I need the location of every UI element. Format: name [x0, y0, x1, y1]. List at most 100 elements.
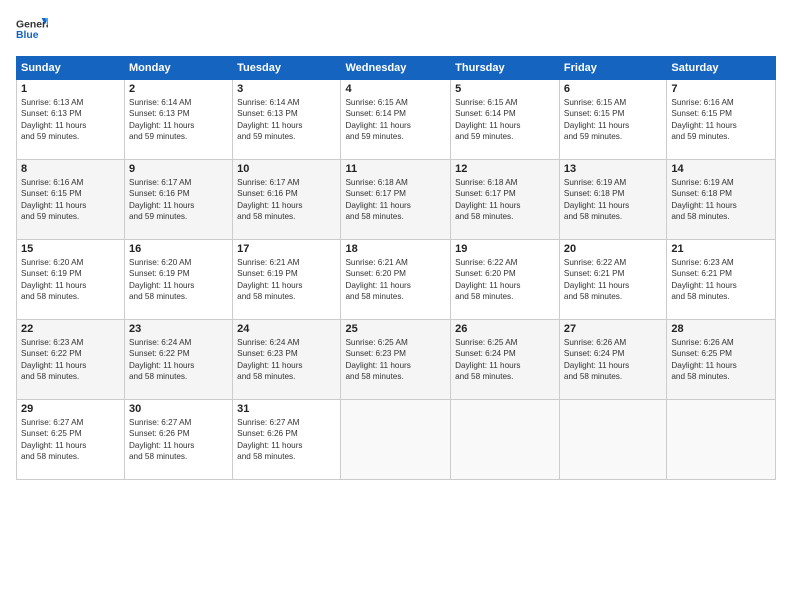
day-number: 25	[345, 323, 446, 335]
day-info: Sunrise: 6:14 AMSunset: 6:13 PMDaylight:…	[237, 97, 336, 143]
day-number: 10	[237, 163, 336, 175]
day-info: Sunrise: 6:26 AMSunset: 6:25 PMDaylight:…	[671, 337, 771, 383]
table-row: 6 Sunrise: 6:15 AMSunset: 6:15 PMDaylight…	[559, 80, 666, 160]
day-number: 1	[21, 83, 120, 95]
table-row: 15 Sunrise: 6:20 AMSunset: 6:19 PMDayligh…	[17, 240, 125, 320]
table-row: 14 Sunrise: 6:19 AMSunset: 6:18 PMDayligh…	[667, 160, 776, 240]
day-info: Sunrise: 6:16 AMSunset: 6:15 PMDaylight:…	[21, 177, 120, 223]
table-row: 17Sunrise: 6:21 AMSunset: 6:19 PMDayligh…	[233, 240, 341, 320]
col-sunday: Sunday	[17, 57, 125, 80]
day-number: 15	[21, 243, 120, 255]
day-info: Sunrise: 6:23 AMSunset: 6:21 PMDaylight:…	[671, 257, 771, 303]
day-info: Sunrise: 6:13 AMSunset: 6:13 PMDaylight:…	[21, 97, 120, 143]
table-row: 18 Sunrise: 6:21 AMSunset: 6:20 PMDayligh…	[341, 240, 451, 320]
col-tuesday: Tuesday	[233, 57, 341, 80]
day-number: 22	[21, 323, 120, 335]
day-info: Sunrise: 6:15 AMSunset: 6:14 PMDaylight:…	[345, 97, 446, 143]
table-row: 7Sunrise: 6:16 AMSunset: 6:15 PMDaylight…	[667, 80, 776, 160]
day-number: 19	[455, 243, 555, 255]
table-row	[451, 400, 560, 480]
day-number: 9	[129, 163, 228, 175]
calendar-week-row: 15 Sunrise: 6:20 AMSunset: 6:19 PMDayligh…	[17, 240, 776, 320]
table-row: 9 Sunrise: 6:17 AMSunset: 6:16 PMDaylight…	[125, 160, 233, 240]
day-number: 12	[455, 163, 555, 175]
day-number: 21	[671, 243, 771, 255]
table-row: 24Sunrise: 6:24 AMSunset: 6:23 PMDayligh…	[233, 320, 341, 400]
day-number: 5	[455, 83, 555, 95]
col-monday: Monday	[125, 57, 233, 80]
day-number: 28	[671, 323, 771, 335]
table-row: 22 Sunrise: 6:23 AMSunset: 6:22 PMDayligh…	[17, 320, 125, 400]
calendar-table: Sunday Monday Tuesday Wednesday Thursday…	[16, 56, 776, 480]
day-info: Sunrise: 6:21 AMSunset: 6:20 PMDaylight:…	[345, 257, 446, 303]
day-info: Sunrise: 6:20 AMSunset: 6:19 PMDaylight:…	[21, 257, 120, 303]
col-thursday: Thursday	[451, 57, 560, 80]
day-info: Sunrise: 6:25 AMSunset: 6:24 PMDaylight:…	[455, 337, 555, 383]
day-info: Sunrise: 6:18 AMSunset: 6:17 PMDaylight:…	[345, 177, 446, 223]
day-info: Sunrise: 6:19 AMSunset: 6:18 PMDaylight:…	[671, 177, 771, 223]
calendar-week-row: 8 Sunrise: 6:16 AMSunset: 6:15 PMDaylight…	[17, 160, 776, 240]
day-number: 13	[564, 163, 662, 175]
table-row: 13 Sunrise: 6:19 AMSunset: 6:18 PMDayligh…	[559, 160, 666, 240]
day-number: 6	[564, 83, 662, 95]
table-row: 28 Sunrise: 6:26 AMSunset: 6:25 PMDayligh…	[667, 320, 776, 400]
col-wednesday: Wednesday	[341, 57, 451, 80]
table-row: 30Sunrise: 6:27 AMSunset: 6:26 PMDayligh…	[125, 400, 233, 480]
day-info: Sunrise: 6:26 AMSunset: 6:24 PMDaylight:…	[564, 337, 662, 383]
day-info: Sunrise: 6:22 AMSunset: 6:20 PMDaylight:…	[455, 257, 555, 303]
page: General Blue Sunday Monday Tuesday Wedne…	[0, 0, 792, 612]
day-info: Sunrise: 6:17 AMSunset: 6:16 PMDaylight:…	[129, 177, 228, 223]
table-row: 31 Sunrise: 6:27 AMSunset: 6:26 PMDayligh…	[233, 400, 341, 480]
table-row: 3 Sunrise: 6:14 AMSunset: 6:13 PMDaylight…	[233, 80, 341, 160]
day-number: 16	[129, 243, 228, 255]
calendar-week-row: 1 Sunrise: 6:13 AMSunset: 6:13 PMDaylight…	[17, 80, 776, 160]
table-row: 4Sunrise: 6:15 AMSunset: 6:14 PMDaylight…	[341, 80, 451, 160]
table-row: 29 Sunrise: 6:27 AMSunset: 6:25 PMDayligh…	[17, 400, 125, 480]
table-row: 26Sunrise: 6:25 AMSunset: 6:24 PMDayligh…	[451, 320, 560, 400]
table-row: 12Sunrise: 6:18 AMSunset: 6:17 PMDayligh…	[451, 160, 560, 240]
day-info: Sunrise: 6:15 AMSunset: 6:15 PMDaylight:…	[564, 97, 662, 143]
day-info: Sunrise: 6:15 AMSunset: 6:14 PMDaylight:…	[455, 97, 555, 143]
day-number: 11	[345, 163, 446, 175]
table-row	[667, 400, 776, 480]
col-friday: Friday	[559, 57, 666, 80]
day-number: 2	[129, 83, 228, 95]
general-blue-icon: General Blue	[16, 16, 48, 44]
day-number: 20	[564, 243, 662, 255]
logo: General Blue	[16, 16, 48, 44]
svg-text:Blue: Blue	[16, 30, 39, 41]
header: General Blue	[16, 16, 776, 44]
day-info: Sunrise: 6:27 AMSunset: 6:25 PMDaylight:…	[21, 417, 120, 463]
day-info: Sunrise: 6:24 AMSunset: 6:23 PMDaylight:…	[237, 337, 336, 383]
table-row: 11 Sunrise: 6:18 AMSunset: 6:17 PMDayligh…	[341, 160, 451, 240]
day-info: Sunrise: 6:27 AMSunset: 6:26 PMDaylight:…	[129, 417, 228, 463]
table-row: 10 Sunrise: 6:17 AMSunset: 6:16 PMDayligh…	[233, 160, 341, 240]
day-info: Sunrise: 6:25 AMSunset: 6:23 PMDaylight:…	[345, 337, 446, 383]
day-info: Sunrise: 6:19 AMSunset: 6:18 PMDaylight:…	[564, 177, 662, 223]
table-row: 25 Sunrise: 6:25 AMSunset: 6:23 PMDayligh…	[341, 320, 451, 400]
table-row: 20Sunrise: 6:22 AMSunset: 6:21 PMDayligh…	[559, 240, 666, 320]
table-row: 19 Sunrise: 6:22 AMSunset: 6:20 PMDayligh…	[451, 240, 560, 320]
svg-text:General: General	[16, 20, 48, 31]
day-number: 18	[345, 243, 446, 255]
col-saturday: Saturday	[667, 57, 776, 80]
day-info: Sunrise: 6:14 AMSunset: 6:13 PMDaylight:…	[129, 97, 228, 143]
day-number: 8	[21, 163, 120, 175]
day-info: Sunrise: 6:17 AMSunset: 6:16 PMDaylight:…	[237, 177, 336, 223]
day-number: 14	[671, 163, 771, 175]
day-info: Sunrise: 6:23 AMSunset: 6:22 PMDaylight:…	[21, 337, 120, 383]
table-row: 27Sunrise: 6:26 AMSunset: 6:24 PMDayligh…	[559, 320, 666, 400]
calendar-week-row: 29 Sunrise: 6:27 AMSunset: 6:25 PMDayligh…	[17, 400, 776, 480]
day-info: Sunrise: 6:16 AMSunset: 6:15 PMDaylight:…	[671, 97, 771, 143]
table-row	[559, 400, 666, 480]
table-row	[341, 400, 451, 480]
calendar-header-row: Sunday Monday Tuesday Wednesday Thursday…	[17, 57, 776, 80]
day-number: 3	[237, 83, 336, 95]
day-number: 23	[129, 323, 228, 335]
day-number: 31	[237, 403, 336, 415]
day-info: Sunrise: 6:27 AMSunset: 6:26 PMDaylight:…	[237, 417, 336, 463]
day-number: 29	[21, 403, 120, 415]
day-info: Sunrise: 6:24 AMSunset: 6:22 PMDaylight:…	[129, 337, 228, 383]
calendar-week-row: 22 Sunrise: 6:23 AMSunset: 6:22 PMDayligh…	[17, 320, 776, 400]
table-row: 8 Sunrise: 6:16 AMSunset: 6:15 PMDaylight…	[17, 160, 125, 240]
